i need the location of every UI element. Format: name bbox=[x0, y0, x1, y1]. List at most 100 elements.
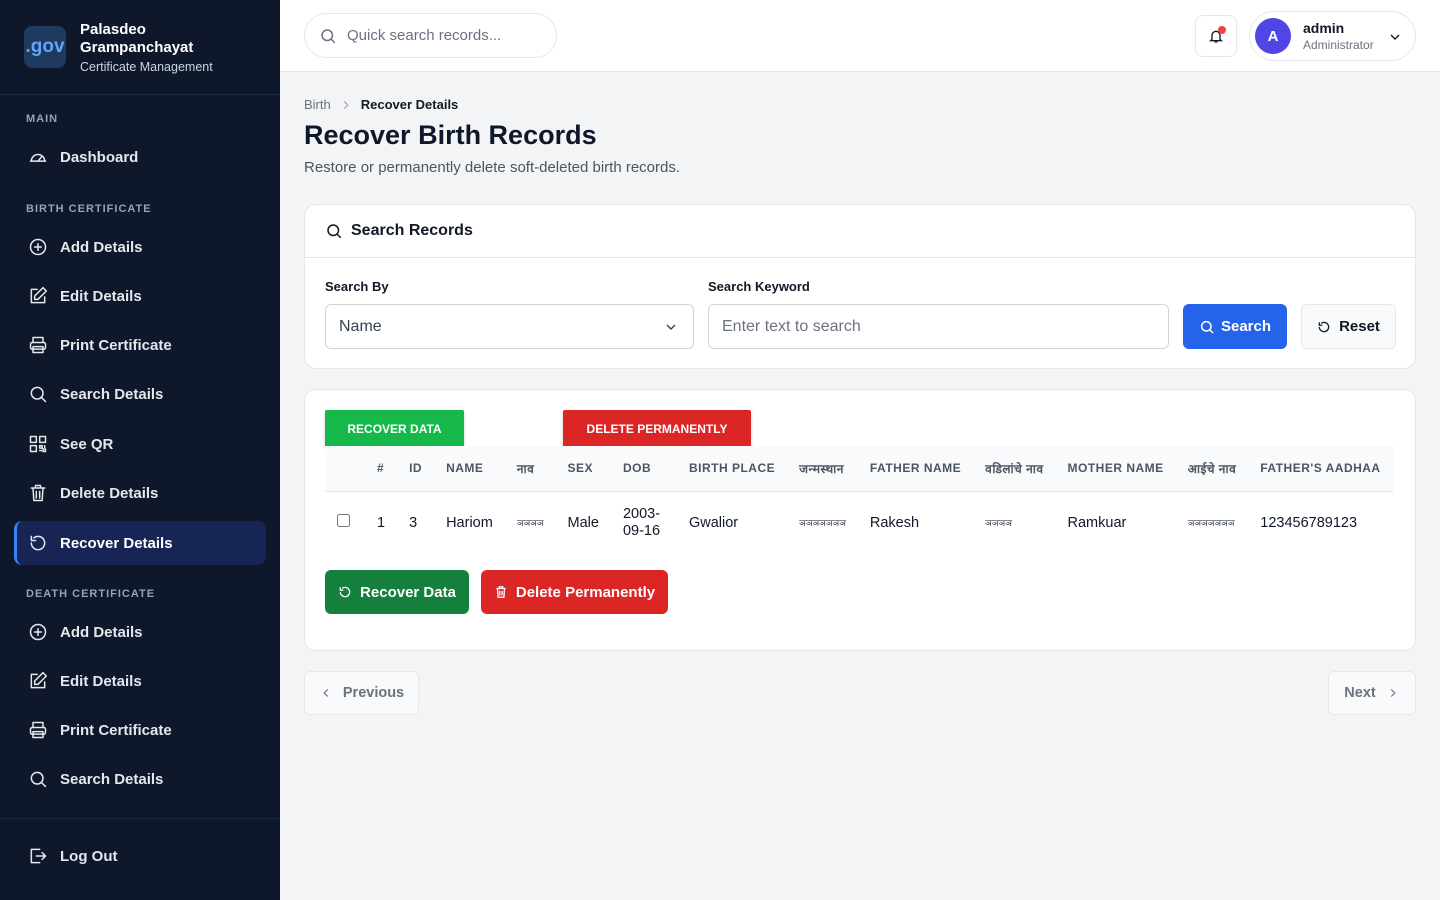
next-label: Next bbox=[1344, 685, 1376, 701]
brand-logo: .gov bbox=[24, 26, 66, 68]
sidebar-item-label: Search Details bbox=[60, 385, 164, 403]
column-header: FATHER'S AADHAA bbox=[1260, 461, 1381, 476]
column-header: ID bbox=[409, 461, 423, 476]
sidebar-item-birth-search[interactable]: Search Details bbox=[14, 372, 266, 416]
brand: .gov Palasdeo Grampanchayat Certificate … bbox=[0, 0, 280, 95]
sidebar-item-death-add[interactable]: Add Details bbox=[14, 610, 266, 654]
chevron-down-icon bbox=[666, 324, 676, 330]
rotate-icon bbox=[339, 586, 351, 598]
brand-name-line2: Grampanchayat bbox=[80, 38, 194, 56]
row-checkbox[interactable] bbox=[337, 514, 350, 527]
quick-search-input[interactable] bbox=[347, 27, 537, 44]
table-row[interactable]: 1 3 Hariom ञञञञ Male 2003-09-16 Gwalior … bbox=[325, 491, 1393, 554]
row-select-cell bbox=[325, 491, 365, 554]
sidebar-item-birth-delete[interactable]: Delete Details bbox=[14, 471, 266, 515]
logout-icon bbox=[30, 848, 47, 864]
chevron-down-icon bbox=[1390, 34, 1400, 40]
rotate-icon bbox=[1318, 321, 1330, 332]
breadcrumb: Birth Recover Details bbox=[304, 97, 458, 112]
sidebar-item-death-search[interactable]: Search Details bbox=[14, 757, 266, 801]
records-table: # ID NAME नाव SEX DOB BIRTH PLACE जन्मस्… bbox=[325, 446, 1393, 554]
sidebar-item-death-edit[interactable]: Edit Details bbox=[14, 659, 266, 703]
recover-data-button[interactable]: Recover Data bbox=[325, 570, 469, 614]
delete-permanently-button[interactable]: Delete Permanently bbox=[481, 570, 668, 614]
brand-subtitle: Certificate Management bbox=[80, 59, 213, 74]
results-card: RECOVER DATA DELETE PERMANENTLY # ID NAM… bbox=[304, 389, 1416, 651]
sidebar-item-label: See QR bbox=[60, 435, 114, 453]
breadcrumb-current: Recover Details bbox=[360, 97, 459, 112]
notifications-button[interactable] bbox=[1195, 15, 1237, 57]
plus-circle-icon bbox=[29, 238, 47, 256]
delete-permanently-label: Delete Permanently bbox=[515, 583, 656, 601]
search-records-card: Search Records Search By Search Keyword … bbox=[304, 204, 1416, 369]
search-button[interactable]: Search bbox=[1183, 304, 1287, 349]
cell-father-name-mr: ञञञञ bbox=[985, 518, 1012, 528]
sidebar-item-birth-recover[interactable]: Recover Details bbox=[14, 521, 266, 565]
reset-button[interactable]: Reset bbox=[1301, 304, 1396, 349]
cell-father-name: Rakesh bbox=[869, 514, 920, 531]
sidebar-item-label: Add Details bbox=[60, 238, 143, 256]
sidebar-item-label: Delete Details bbox=[60, 484, 159, 502]
breadcrumb-birth[interactable]: Birth bbox=[304, 97, 331, 112]
logout-label: Log Out bbox=[60, 847, 118, 865]
quick-search[interactable] bbox=[304, 13, 557, 58]
edit-icon bbox=[30, 286, 48, 304]
sidebar-item-dashboard[interactable]: Dashboard bbox=[14, 135, 266, 179]
nav-section-birth: BIRTH CERTIFICATE bbox=[26, 203, 152, 215]
column-header: # bbox=[377, 461, 385, 476]
sidebar-divider bbox=[0, 818, 280, 819]
records-table-wrapper: # ID NAME नाव SEX DOB BIRTH PLACE जन्मस्… bbox=[325, 446, 1396, 554]
sidebar: .gov Palasdeo Grampanchayat Certificate … bbox=[0, 0, 280, 900]
cell-mother-name-mr: ञञञञञञञ bbox=[1187, 518, 1235, 528]
sidebar-item-death-print[interactable]: Print Certificate bbox=[14, 708, 266, 752]
sidebar-item-birth-qr[interactable]: See QR bbox=[14, 422, 266, 466]
logout-button[interactable]: Log Out bbox=[14, 834, 266, 878]
sidebar-item-label: Search Details bbox=[60, 770, 164, 788]
trash-icon bbox=[496, 586, 506, 598]
user-name: admin bbox=[1303, 20, 1345, 36]
sidebar-item-label: Print Certificate bbox=[60, 336, 172, 354]
notification-dot bbox=[1218, 26, 1226, 34]
printer-icon bbox=[29, 721, 47, 739]
page-title: Recover Birth Records bbox=[304, 120, 597, 150]
column-header: आईचे नाव bbox=[1187, 461, 1237, 476]
cell-index: 1 bbox=[377, 514, 386, 531]
trash-icon bbox=[30, 484, 46, 502]
next-page-button[interactable]: Next bbox=[1328, 671, 1416, 715]
plus-circle-icon bbox=[29, 623, 47, 641]
cell-birth-place-mr: ञञञञञञञ bbox=[799, 518, 846, 528]
recover-data-label: Recover Data bbox=[360, 583, 456, 601]
sidebar-item-birth-edit[interactable]: Edit Details bbox=[14, 274, 266, 318]
column-header: SEX bbox=[567, 461, 594, 476]
column-header: NAME bbox=[446, 461, 484, 476]
column-header: MOTHER NAME bbox=[1067, 461, 1164, 476]
cell-mother-name: Ramkuar bbox=[1067, 514, 1127, 531]
recover-data-top-button[interactable]: RECOVER DATA bbox=[325, 410, 464, 447]
delete-permanently-top-button[interactable]: DELETE PERMANENTLY bbox=[563, 410, 751, 447]
brand-name-line1: Palasdeo bbox=[80, 20, 146, 38]
search-icon bbox=[321, 28, 336, 43]
search-by-select[interactable]: Name bbox=[325, 304, 694, 349]
sidebar-item-birth-add[interactable]: Add Details bbox=[14, 225, 266, 269]
search-icon bbox=[30, 771, 47, 788]
search-keyword-input[interactable] bbox=[708, 304, 1169, 349]
rotate-icon bbox=[30, 535, 46, 551]
search-icon bbox=[30, 386, 47, 403]
sidebar-item-label: Add Details bbox=[60, 623, 143, 641]
column-header: नाव bbox=[516, 461, 535, 476]
sidebar-item-label: Print Certificate bbox=[60, 721, 172, 739]
column-header: जन्मस्थान bbox=[799, 461, 844, 476]
search-by-value: Name bbox=[339, 317, 382, 335]
cell-birth-place: Gwalior bbox=[688, 514, 739, 531]
printer-icon bbox=[29, 336, 47, 354]
topbar: A admin Administrator bbox=[280, 0, 1440, 72]
sidebar-item-label: Recover Details bbox=[60, 534, 173, 552]
previous-page-button[interactable]: Previous bbox=[304, 671, 419, 715]
search-button-label: Search bbox=[1220, 318, 1272, 335]
search-icon bbox=[1200, 320, 1214, 334]
sidebar-item-birth-print[interactable]: Print Certificate bbox=[14, 323, 266, 367]
column-header: BIRTH PLACE bbox=[688, 461, 776, 476]
sidebar-item-label: Edit Details bbox=[60, 287, 142, 305]
cell-id: 3 bbox=[409, 514, 418, 531]
user-menu[interactable]: A admin Administrator bbox=[1249, 11, 1416, 61]
